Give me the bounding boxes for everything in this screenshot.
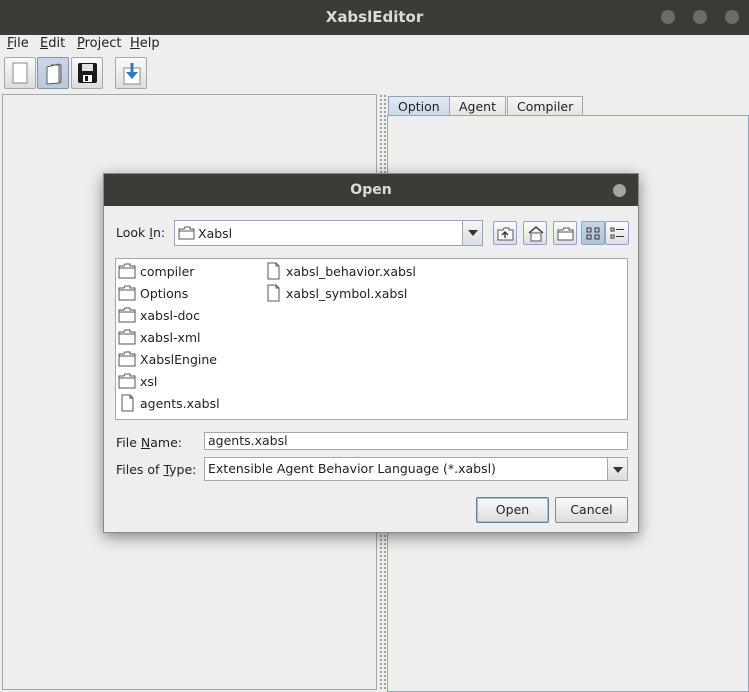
- open-file-icon: [46, 63, 62, 85]
- tab-option[interactable]: Option: [388, 96, 450, 116]
- folder-icon: [118, 263, 136, 279]
- look-in-dropdown-arrow[interactable]: [462, 221, 482, 245]
- folder-icon: [118, 329, 136, 345]
- open-dialog: Open Look In: Xabsl compiler Options xab…: [103, 173, 639, 533]
- dialog-title: Open: [350, 182, 392, 198]
- maximize-button[interactable]: [693, 10, 707, 24]
- open-button[interactable]: Open: [476, 497, 549, 523]
- tab-agent[interactable]: Agent: [449, 96, 506, 116]
- files-of-type-combo[interactable]: Extensible Agent Behavior Language (*.xa…: [204, 457, 628, 481]
- list-item[interactable]: XabslEngine: [118, 349, 217, 369]
- menu-edit[interactable]: Edit: [40, 36, 65, 51]
- list-item[interactable]: xsl: [118, 371, 157, 391]
- new-file-button[interactable]: [4, 57, 36, 89]
- look-in-combo[interactable]: Xabsl: [174, 220, 483, 246]
- file-list: compiler Options xabsl-doc xabsl-xml Xab…: [115, 258, 628, 420]
- new-folder-icon: [557, 227, 574, 241]
- home-button[interactable]: [523, 221, 547, 245]
- list-item[interactable]: Options: [118, 283, 188, 303]
- folder-icon: [178, 226, 195, 240]
- toolbar: [0, 55, 749, 91]
- tab-compiler[interactable]: Compiler: [507, 96, 584, 116]
- file-icon: [267, 262, 280, 280]
- folder-icon: [118, 307, 136, 323]
- folder-icon: [118, 373, 136, 389]
- list-item[interactable]: xabsl-doc: [118, 305, 200, 325]
- window-title: XabslEditor: [325, 8, 424, 26]
- menu-bar: File Edit Project Help: [0, 35, 749, 55]
- list-item[interactable]: xabsl-xml: [118, 327, 201, 347]
- cancel-button[interactable]: Cancel: [555, 497, 628, 523]
- folder-icon: [118, 285, 136, 301]
- home-icon: [528, 226, 544, 242]
- files-of-type-dropdown-arrow[interactable]: [607, 458, 627, 480]
- look-in-value: Xabsl: [198, 226, 233, 241]
- import-button[interactable]: [115, 57, 147, 89]
- list-view-icon: [586, 227, 600, 240]
- dialog-close-button[interactable]: [613, 184, 626, 197]
- details-view-button[interactable]: [605, 221, 629, 245]
- list-item[interactable]: agents.xabsl: [118, 393, 220, 413]
- file-name-label: File Name:: [116, 435, 182, 450]
- menu-project[interactable]: Project: [77, 36, 122, 51]
- minimize-button[interactable]: [661, 10, 675, 24]
- details-view-icon: [610, 227, 624, 239]
- look-in-label: Look In:: [116, 225, 166, 240]
- list-item[interactable]: xabsl_behavior.xabsl: [264, 261, 416, 281]
- menu-help[interactable]: Help: [130, 36, 160, 51]
- files-of-type-value: Extensible Agent Behavior Language (*.xa…: [208, 461, 496, 476]
- file-icon: [267, 284, 280, 302]
- list-item[interactable]: compiler: [118, 261, 194, 281]
- window-titlebar: XabslEditor: [0, 0, 749, 35]
- open-file-button[interactable]: [37, 57, 69, 89]
- import-icon: [123, 63, 141, 85]
- folder-up-icon: [497, 227, 514, 241]
- file-icon: [121, 394, 134, 412]
- save-button[interactable]: [71, 57, 103, 89]
- list-item[interactable]: xabsl_symbol.xabsl: [264, 283, 407, 303]
- dialog-titlebar: Open: [104, 174, 638, 206]
- list-view-button[interactable]: [581, 221, 605, 245]
- new-folder-button[interactable]: [553, 221, 577, 245]
- up-one-level-button[interactable]: [493, 221, 517, 245]
- folder-icon: [118, 351, 136, 367]
- save-icon: [78, 63, 97, 83]
- file-name-input[interactable]: agents.xabsl: [204, 432, 628, 450]
- close-button[interactable]: [725, 10, 739, 24]
- menu-file[interactable]: File: [7, 36, 29, 51]
- files-of-type-label: Files of Type:: [116, 462, 197, 477]
- new-file-icon: [12, 62, 28, 84]
